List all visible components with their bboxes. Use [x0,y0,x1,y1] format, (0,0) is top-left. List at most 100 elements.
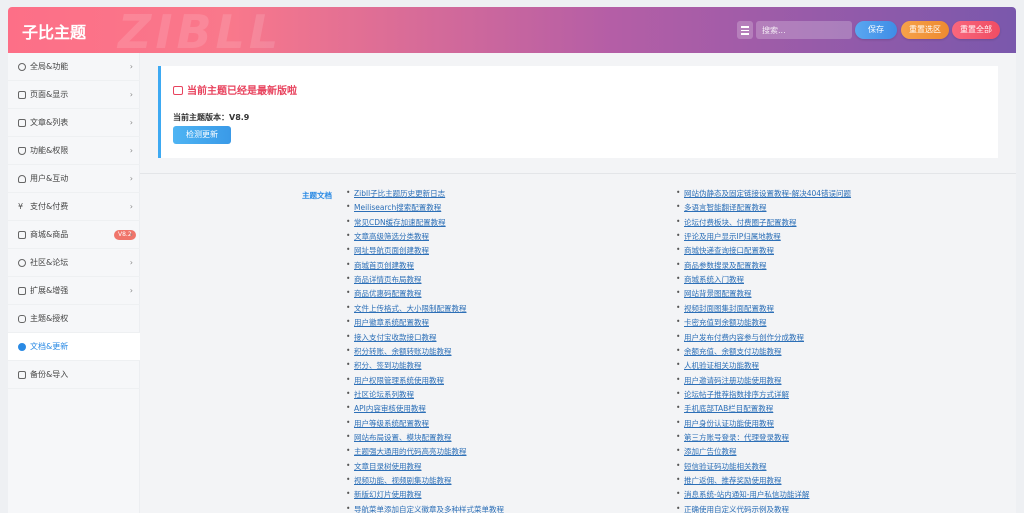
main-content: 当前主题已经是最新版啦 当前主题版本：V8.9 检测更新 主题文档 Zibll子… [140,53,1016,513]
doc-link[interactable]: 视频封面图集封面配置教程 [676,303,774,314]
doc-link[interactable]: 用户徽章系统配置教程 [346,317,429,328]
thumbs-up-icon [173,86,183,95]
doc-link[interactable]: 网址导航页面创建教程 [346,245,429,256]
notice-title: 当前主题已经是最新版啦 [173,82,297,97]
doc-link[interactable]: 论坛帖子推荐指数排序方式详解 [676,389,789,400]
sidebar-item-permission[interactable]: 功能&权限 › [8,137,140,165]
sidebar-item-backup[interactable]: 备份&导入 [8,361,140,389]
sidebar-item-payment[interactable]: ¥ 支付&付费 › [8,193,140,221]
shop-icon [18,231,26,239]
reset-all-button[interactable]: 重置全部 [952,21,1000,39]
chevron-right-icon: › [129,258,133,267]
doc-link[interactable]: 论坛付费板块、付费圈子配置教程 [676,217,796,228]
check-update-button[interactable]: 检测更新 [173,126,231,144]
doc-link[interactable]: 接入支付宝收款接口教程 [346,332,436,343]
doc-link[interactable]: 用户邀请码注册功能使用教程 [676,375,781,386]
brand-title: 子比主题 [22,23,87,42]
copy-icon [18,371,26,379]
doc-link[interactable]: 商城快递查询接口配置教程 [676,245,774,256]
puzzle-icon [18,287,26,295]
doc-link[interactable]: 商城系统入门教程 [676,274,744,285]
doc-link[interactable]: 商城首页创建教程 [346,260,414,271]
sidebar-item-label: 全局&功能 [30,62,69,71]
doc-link[interactable]: 商品优惠码配置教程 [346,288,421,299]
doc-link[interactable]: 文件上传格式、大小限制配置教程 [346,303,466,314]
search-input[interactable] [756,21,852,39]
page-icon [18,91,26,99]
sidebar-item-label: 用户&互动 [30,174,69,183]
sidebar-item-license[interactable]: 主题&授权 [8,305,140,333]
header-bar: ZIBLL 子比主题 保存 重置选区 重置全部 [8,7,1016,53]
doc-link[interactable]: 正确使用自定义代码示例及教程 [676,504,789,513]
doc-link[interactable]: 导航菜单添加自定义徽章及多种样式菜单教程 [346,504,504,513]
sidebar-item-community[interactable]: 社区&论坛 › [8,249,140,277]
docs-section: 主题文档 Zibll子比主题历史更新日志 Meilisearch搜索配置教程常见C… [140,173,1016,513]
sidebar-item-label: 支付&付费 [30,202,69,211]
handshake-icon [18,315,26,323]
map-icon [18,119,26,127]
sidebar-item-user[interactable]: 用户&互动 › [8,165,140,193]
sidebar-item-label: 页面&显示 [30,90,69,99]
sidebar-item-shop[interactable]: 商城&商品 V8.2 › [8,221,140,249]
sidebar-item-label: 文章&列表 [30,118,69,127]
doc-link[interactable]: 人机验证相关功能教程 [676,360,759,371]
doc-link[interactable]: 网站布局设置、模块配置教程 [346,432,451,443]
user-icon [18,175,26,183]
doc-link[interactable]: 新版幻灯片使用教程 [346,489,421,500]
doc-link[interactable]: 添加广告位教程 [676,446,736,457]
community-icon [18,259,26,267]
chevron-right-icon: › [129,118,133,127]
chevron-right-icon: › [129,62,133,71]
doc-link[interactable]: 余额充值、余额支付功能教程 [676,346,781,357]
save-button[interactable]: 保存 [855,21,897,39]
doc-link[interactable]: 用户身份认证功能使用教程 [676,418,774,429]
doc-link[interactable]: 用户等级系统配置教程 [346,418,429,429]
doc-link[interactable]: Meilisearch搜索配置教程 [346,202,441,213]
doc-link[interactable]: 积分、签到功能教程 [346,360,421,371]
sidebar-item-label: 主题&授权 [30,314,69,323]
sidebar-item-docs[interactable]: 文档&更新 [8,333,140,361]
notice-title-text: 当前主题已经是最新版啦 [187,86,297,97]
sidebar-item-label: 社区&论坛 [30,258,69,267]
docs-label: 主题文档 [302,191,332,200]
doc-link[interactable]: 推广返佣、推荐奖励使用教程 [676,475,781,486]
sidebar: 全局&功能 › 页面&显示 › 文章&列表 › 功能&权限 › 用户&互动 › … [8,53,140,513]
doc-link[interactable]: 社区论坛系列教程 [346,389,414,400]
doc-link[interactable]: 常见CDN缓存加速配置教程 [346,217,446,228]
shield-icon [18,147,26,155]
sidebar-item-global[interactable]: 全局&功能 › [8,53,140,81]
chevron-right-icon: › [129,230,133,239]
doc-link[interactable]: 积分转账、余额转账功能教程 [346,346,451,357]
doc-link[interactable]: Zibll子比主题历史更新日志 [346,188,445,199]
doc-link[interactable]: 商品参数搜录及配置教程 [676,260,766,271]
sidebar-item-extension[interactable]: 扩展&增强 › [8,277,140,305]
doc-link[interactable]: 评论及用户显示IP归属地教程 [676,231,781,242]
reset-section-button[interactable]: 重置选区 [901,21,949,39]
doc-link[interactable]: 网站背景图配置教程 [676,288,751,299]
doc-link[interactable]: 消息系统-站内通知-用户私信功能详解 [676,489,809,500]
doc-link[interactable]: 视频功能、视频剧集功能教程 [346,475,451,486]
settings-panel: ZIBLL 子比主题 保存 重置选区 重置全部 全局&功能 › 页面&显示 › … [8,7,1016,513]
doc-link[interactable]: 手机底部TAB栏目配置教程 [676,403,773,414]
doc-link[interactable]: 卡密充值到余额功能教程 [676,317,766,328]
chevron-right-icon: › [129,174,133,183]
sidebar-item-page[interactable]: 页面&显示 › [8,81,140,109]
list-icon[interactable] [737,21,753,39]
doc-link[interactable]: 文章目录树使用教程 [346,461,421,472]
doc-link[interactable]: 用户权限管理系统使用教程 [346,375,444,386]
doc-link[interactable]: 用户发布付费内容参与创作分成教程 [676,332,804,343]
doc-link[interactable]: 商品详情页布局教程 [346,274,421,285]
doc-link[interactable]: 网站伪静态及固定链接设置教程-解决404错误问题 [676,188,851,199]
doc-link[interactable]: 文章高级筛选分类教程 [346,231,429,242]
doc-link[interactable]: 短信验证码功能相关教程 [676,461,766,472]
chevron-right-icon: › [129,286,133,295]
doc-link[interactable]: 多语言智能翻译配置教程 [676,202,766,213]
sidebar-item-label: 备份&导入 [30,370,69,379]
chevron-right-icon: › [129,90,133,99]
sidebar-item-article[interactable]: 文章&列表 › [8,109,140,137]
sidebar-item-label: 商城&商品 [30,230,69,239]
doc-link[interactable]: 主题强大通用的代码高亮功能教程 [346,446,466,457]
doc-link[interactable]: 第三方账号登录：代理登录教程 [676,432,789,443]
doc-link[interactable]: API内容审核使用教程 [346,403,426,414]
update-notice: 当前主题已经是最新版啦 当前主题版本：V8.9 检测更新 [158,66,998,158]
